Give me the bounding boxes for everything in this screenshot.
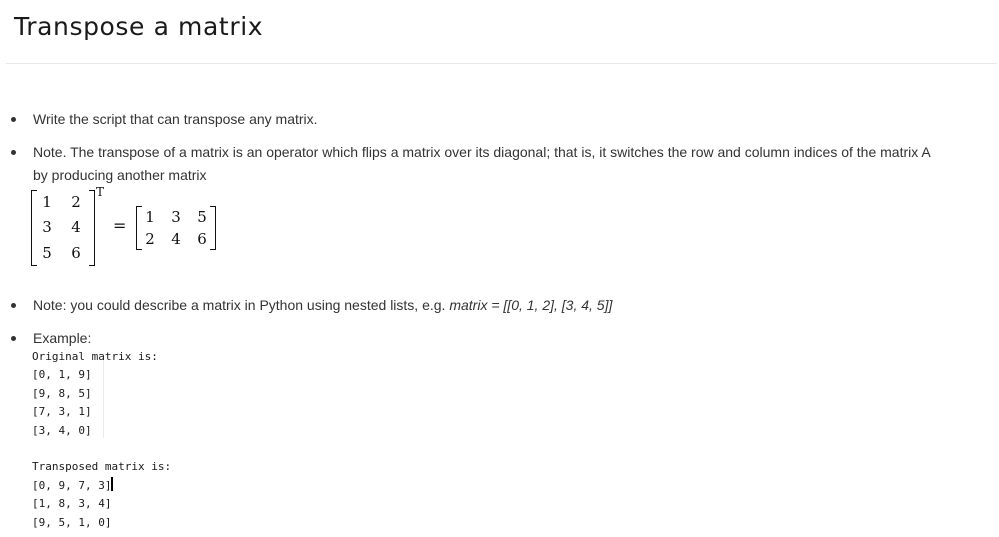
matrix-cell: 3 (171, 208, 181, 226)
matrix-cell: 2 (145, 230, 155, 248)
text-cursor (111, 476, 114, 491)
right-bracket (89, 190, 95, 266)
bullet-text: Write the script that can transpose any … (33, 111, 318, 127)
bullet-text: Note: you could describe a matrix in Pyt… (33, 294, 989, 317)
transposed-header: Transposed matrix is: (32, 460, 172, 474)
transpose-equation: 1 2 3 4 5 6 T = 1 3 5 2 4 6 (28, 185, 228, 266)
right-bracket (210, 206, 216, 250)
page-title: Transpose a matrix (14, 12, 264, 41)
left-bracket (136, 206, 142, 250)
matrix-cell: 2 (71, 193, 81, 211)
bullet-dot (11, 336, 16, 341)
original-row: [9, 8, 5] (32, 386, 92, 400)
original-header: Original matrix is: (32, 350, 158, 363)
right-matrix: 1 3 5 2 4 6 (136, 206, 216, 250)
bullet-dot (11, 303, 16, 308)
matrix-cell: 5 (42, 244, 52, 262)
original-row: [7, 3, 1] (32, 405, 92, 419)
matrix-cell: 5 (197, 208, 207, 226)
bullet-dot (11, 117, 16, 122)
matrix-cell: 6 (71, 244, 81, 262)
bullet-text: Note. The transpose of a matrix is an op… (33, 141, 989, 187)
original-row: [3, 4, 0] (32, 423, 92, 437)
matrix-cell: 4 (71, 218, 81, 236)
inline-code-example: matrix = [[0, 1, 2], [3, 4, 5]] (449, 297, 613, 313)
transposed-row: [9, 5, 1, 0] (32, 515, 112, 529)
transposed-row-with-cursor: [0, 9, 7, 3] (32, 476, 171, 495)
matrix-cell: 1 (145, 208, 155, 226)
matrix-cell: 1 (42, 193, 52, 211)
equals-sign: = (113, 216, 127, 235)
note-python-prefix: Note: you could describe a matrix in Pyt… (33, 297, 450, 313)
matrix-cell: 4 (171, 230, 181, 248)
note-line-1: Note. The transpose of a matrix is an op… (33, 144, 931, 160)
transposed-row: [1, 8, 3, 4] (32, 497, 112, 511)
left-matrix: 1 2 3 4 5 6 (31, 190, 95, 266)
matrix-cell: 3 (42, 218, 52, 236)
transposed-row: [0, 9, 7, 3] (32, 478, 112, 492)
bullet-text: Example: (33, 330, 92, 346)
note-line-2: by producing another matrix (33, 167, 207, 183)
example-output: Original matrix is: [0, 1, 9] [9, 8, 5] … (32, 348, 171, 532)
transpose-superscript: T (96, 185, 105, 199)
matrix-cell: 6 (197, 230, 207, 248)
left-bracket (31, 190, 37, 266)
bullet-dot (11, 150, 16, 155)
original-row: [0, 1, 9] (32, 368, 92, 382)
title-divider (6, 63, 997, 64)
